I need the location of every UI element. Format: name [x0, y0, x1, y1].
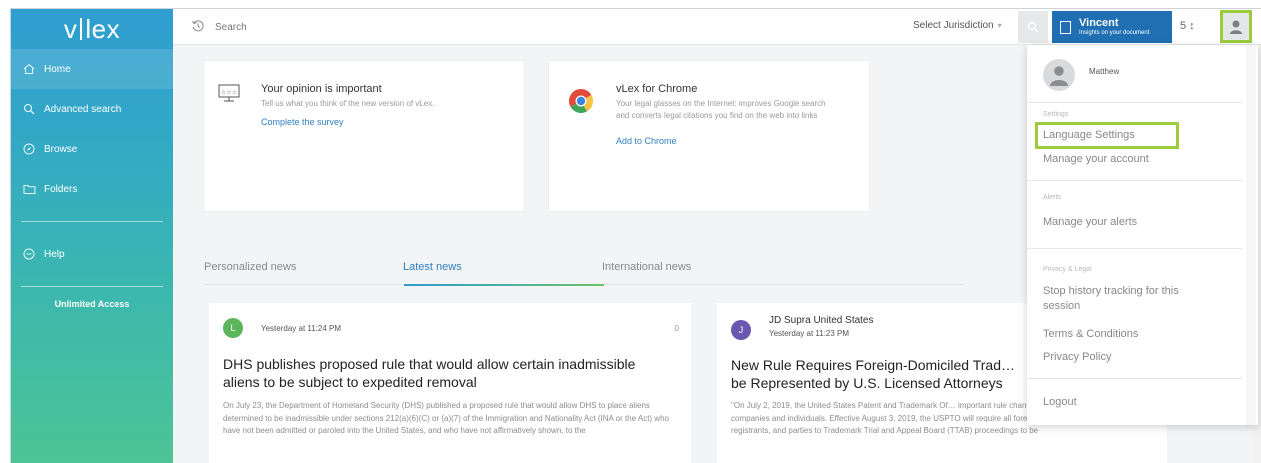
sidebar-item-folders[interactable]: Folders: [11, 169, 173, 209]
chrome-icon: [567, 87, 595, 115]
tab-latest-news[interactable]: Latest news: [403, 261, 462, 281]
folder-icon: [22, 182, 36, 196]
section-alerts: Alerts: [1043, 194, 1061, 201]
compass-icon: [22, 142, 36, 156]
card-text: Your legal glasses on the Internet: impr…: [616, 99, 826, 120]
sidebar-item-label: Browse: [44, 143, 78, 155]
chevron-down-icon: ▾: [997, 21, 1002, 30]
news-count: 0: [674, 324, 679, 333]
news-time: Yesterday at 11:24 PM: [261, 324, 342, 333]
search-icon: [22, 102, 36, 116]
add-to-chrome-link[interactable]: Add to Chrome: [616, 136, 677, 146]
logout-item[interactable]: Logout: [1043, 395, 1077, 410]
complete-survey-link[interactable]: Complete the survey: [261, 117, 344, 127]
sidebar: v lex Home Advanced search Browse Folders: [11, 9, 173, 463]
sidebar-item-advanced-search[interactable]: Advanced search: [11, 89, 173, 129]
news-tabs: Personalized news Latest news Internatio…: [204, 261, 964, 286]
vincent-title: Vincent: [1079, 17, 1119, 29]
card-title: vLex for Chrome: [616, 83, 698, 95]
sidebar-item-home[interactable]: Home: [11, 49, 173, 89]
search-button[interactable]: [1018, 11, 1048, 43]
terms-conditions-item[interactable]: Terms & Conditions: [1043, 327, 1138, 342]
help-icon: [22, 247, 36, 261]
news-headline[interactable]: DHS publishes proposed rule that would a…: [223, 355, 663, 391]
menu-divider: [1027, 180, 1242, 181]
vincent-subtitle: Insights on your document: [1079, 30, 1150, 36]
sidebar-item-browse[interactable]: Browse: [11, 129, 173, 169]
sidebar-item-label: Advanced search: [44, 103, 122, 115]
app-window: v lex Home Advanced search Browse Folders: [10, 8, 1261, 463]
dropdown-user-name: Matthew: [1089, 67, 1120, 76]
active-tab-indicator: [404, 284, 604, 286]
section-settings: Settings: [1043, 111, 1069, 118]
jurisdiction-select[interactable]: Select Jurisdiction ▾: [913, 20, 1002, 31]
survey-card: ☆☆☆ Your opinion is important Tell us wh…: [204, 61, 524, 211]
card-title: Your opinion is important: [261, 83, 382, 95]
top-bar: Select Jurisdiction▾ Vincent Insights on…: [173, 9, 1261, 45]
stop-history-tracking-item[interactable]: Stop history tracking for this session: [1043, 284, 1218, 314]
manage-account-item[interactable]: Manage your account: [1043, 152, 1149, 167]
avatar: [1043, 59, 1075, 91]
card-text: Tell us what you think of the new versio…: [261, 99, 435, 108]
news-headline[interactable]: New Rule Requires Foreign-Domiciled Trad…: [731, 356, 1031, 392]
search-input[interactable]: [215, 18, 515, 36]
sidebar-item-label: Home: [44, 63, 71, 75]
user-menu-button[interactable]: [1220, 10, 1252, 43]
privacy-policy-item[interactable]: Privacy Policy: [1043, 350, 1111, 365]
news-body: On July 23, the Department of Homeland S…: [223, 401, 669, 435]
news-source: JD Supra United States: [769, 315, 874, 326]
vlex-logo[interactable]: v lex: [11, 9, 173, 49]
source-avatar: L: [223, 318, 243, 338]
svg-text:☆☆☆: ☆☆☆: [221, 89, 237, 96]
sidebar-item-help[interactable]: Help: [11, 234, 173, 274]
document-icon: [1060, 20, 1071, 34]
manage-alerts-item[interactable]: Manage your alerts: [1043, 215, 1137, 230]
sidebar-item-label: Folders: [44, 183, 78, 195]
user-icon: [1050, 66, 1068, 86]
menu-divider: [1027, 248, 1242, 249]
highlight-frame: [1035, 122, 1179, 149]
source-avatar: J: [731, 320, 751, 340]
dropdown-scrollbar[interactable]: [1246, 45, 1256, 425]
jurisdiction-label: Select Jurisdiction: [913, 20, 994, 31]
sidebar-divider: [21, 286, 163, 287]
chrome-card: vLex for Chrome Your legal glasses on th…: [549, 61, 869, 211]
unlimited-access-link[interactable]: Unlimited Access: [11, 299, 173, 309]
news-time: Yesterday at 11:23 PM: [769, 329, 850, 338]
news-card[interactable]: L Yesterday at 11:24 PM 0 DHS publishes …: [209, 303, 691, 463]
home-icon: [22, 62, 36, 76]
tab-personalized-news[interactable]: Personalized news: [204, 261, 296, 281]
search-icon: [1027, 21, 1039, 33]
history-icon[interactable]: [191, 19, 205, 33]
sidebar-item-label: Help: [44, 248, 65, 260]
menu-divider: [1027, 102, 1242, 103]
notification-counter[interactable]: 5 ↕: [1180, 20, 1195, 32]
user-dropdown-menu: Matthew Settings Language Settings Manag…: [1027, 45, 1258, 425]
section-privacy-legal: Privacy & Legal: [1043, 266, 1092, 273]
menu-divider: [1027, 378, 1242, 379]
tab-international-news[interactable]: International news: [602, 261, 691, 281]
user-icon: [1230, 20, 1242, 34]
survey-icon: ☆☆☆: [218, 83, 240, 105]
vincent-button[interactable]: Vincent Insights on your document: [1052, 11, 1172, 43]
sidebar-divider: [21, 221, 163, 222]
